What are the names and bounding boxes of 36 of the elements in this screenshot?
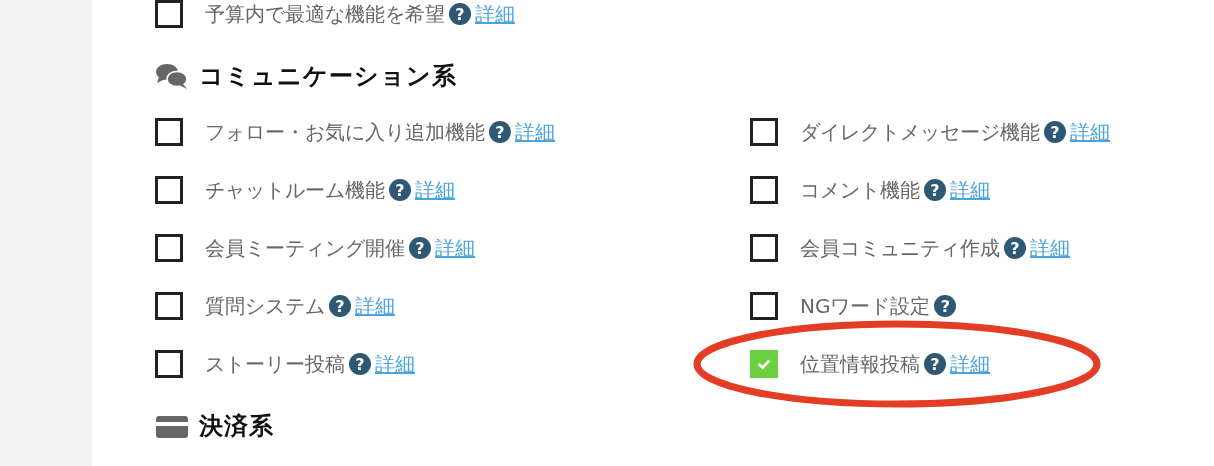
checkbox[interactable]: [155, 176, 183, 204]
chat-bubbles-icon: [155, 62, 189, 90]
option-label: チャットルーム機能: [205, 176, 385, 204]
checkbox[interactable]: [750, 292, 778, 320]
checkbox[interactable]: [750, 176, 778, 204]
option-label: コメント機能: [800, 176, 920, 204]
help-icon[interactable]: ?: [934, 295, 957, 317]
option-label: 会員コミュニティ作成: [800, 234, 1000, 262]
option-label: 位置情報投稿: [800, 350, 920, 378]
help-icon[interactable]: ?: [924, 353, 946, 375]
help-icon[interactable]: ?: [389, 179, 411, 201]
help-icon[interactable]: ?: [489, 121, 511, 143]
help-icon[interactable]: ?: [349, 353, 371, 375]
option-label: 会員ミーティング開催: [205, 234, 405, 262]
help-icon[interactable]: ?: [1044, 121, 1066, 143]
checkbox[interactable]: [750, 234, 778, 262]
help-icon[interactable]: ?: [1004, 237, 1026, 259]
option-label: ストーリー投稿: [205, 350, 345, 378]
option-label: ダイレクトメッセージ機能: [800, 118, 1040, 146]
section-heading: コミュニケーション系: [199, 61, 457, 92]
help-icon[interactable]: ?: [409, 237, 431, 259]
help-icon[interactable]: ?: [329, 295, 351, 317]
option-label: フォロー・お気に入り追加機能: [205, 118, 485, 146]
checkbox[interactable]: [750, 350, 778, 378]
checkbox[interactable]: [155, 0, 183, 28]
checkbox[interactable]: [155, 118, 183, 146]
option-label: NGワード設定: [800, 292, 931, 320]
help-icon[interactable]: ?: [449, 3, 471, 25]
section-heading: 決済系: [199, 411, 274, 442]
checkbox[interactable]: [155, 234, 183, 262]
checkbox[interactable]: [155, 350, 183, 378]
option-label: 予算内で最適な機能を希望: [205, 0, 445, 28]
checkbox[interactable]: [155, 292, 183, 320]
checkbox[interactable]: [750, 118, 778, 146]
help-icon[interactable]: ?: [924, 179, 946, 201]
option-label: 質問システム: [205, 292, 325, 320]
